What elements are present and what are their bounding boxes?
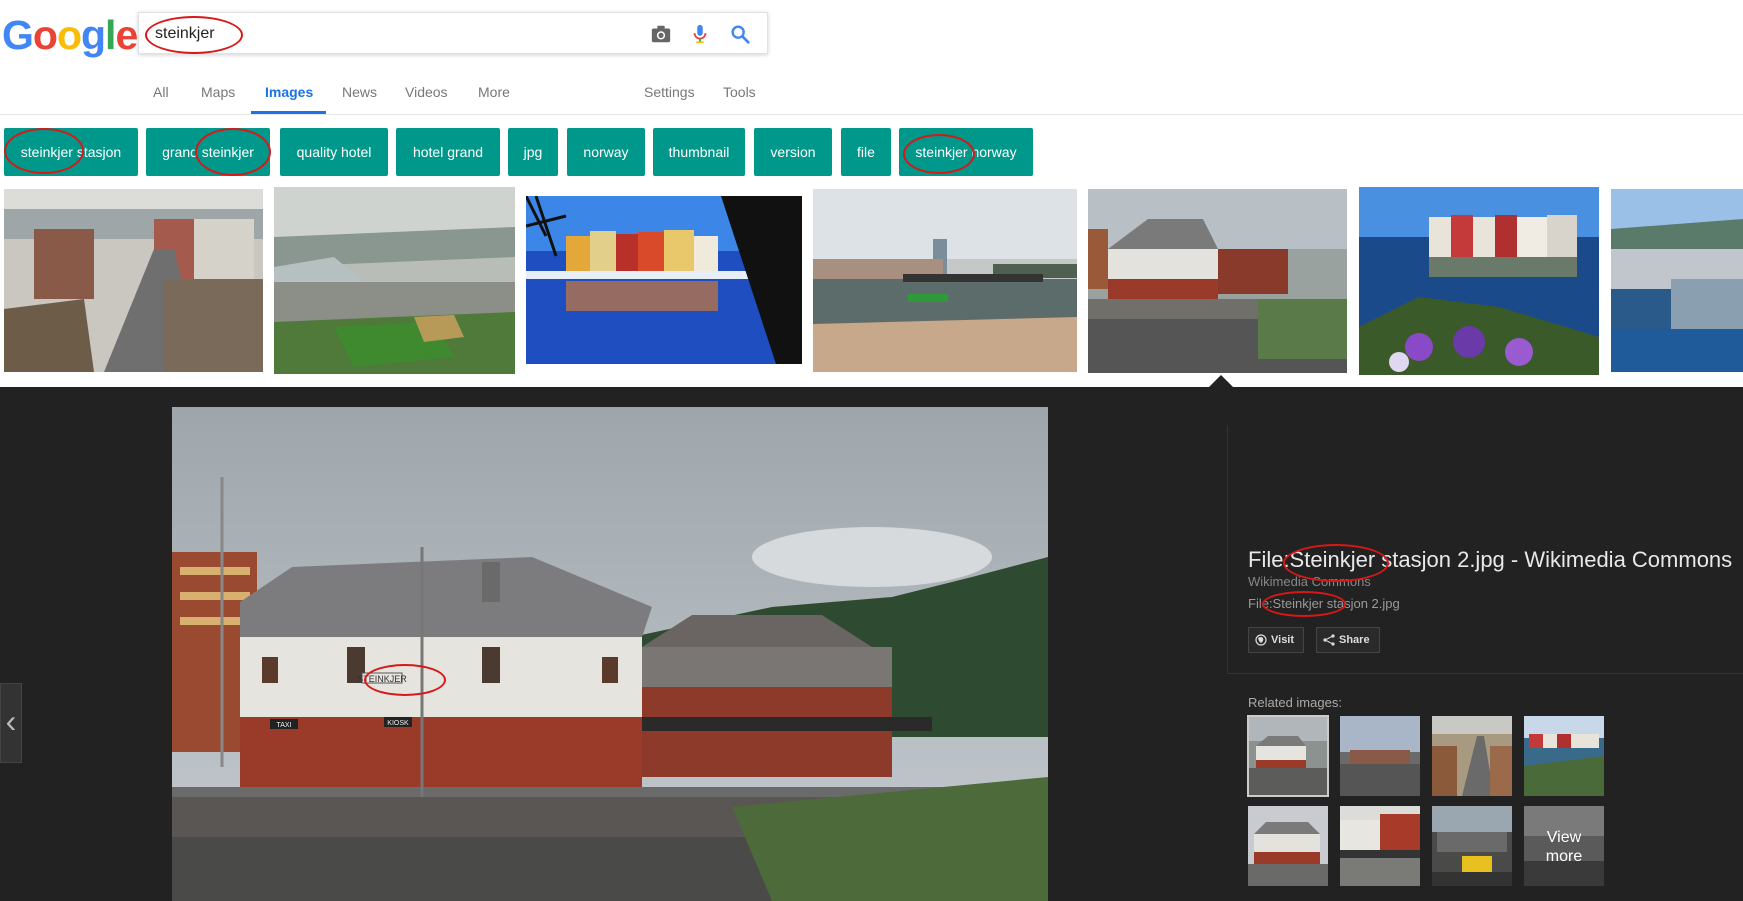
result-image-colorful-houses-reflection[interactable] (526, 196, 802, 364)
logo-letter: G (2, 12, 34, 58)
panel-divider (1227, 425, 1228, 673)
chip-hotel-grand[interactable]: hotel grand (396, 128, 500, 176)
globe-icon (1255, 634, 1267, 646)
search-input[interactable] (153, 21, 637, 47)
tab-maps[interactable]: Maps (201, 84, 235, 100)
preview-image-steinkjer-station[interactable]: STEINKJER TAXI KIOSK (172, 407, 1048, 901)
share-label: Share (1339, 634, 1370, 646)
google-logo[interactable]: Google (2, 10, 138, 60)
chip-grand-steinkjer[interactable]: grand steinkjer (146, 128, 270, 176)
chip-version[interactable]: version (754, 128, 832, 176)
preview-title[interactable]: File:Steinkjer stasjon 2.jpg - Wikimedia… (1248, 547, 1732, 573)
previous-image-button[interactable]: ‹ (0, 683, 22, 763)
share-button[interactable]: Share (1316, 627, 1380, 653)
result-image-steinkjer-station[interactable] (1088, 189, 1347, 373)
view-more-label: View more (1524, 828, 1604, 866)
result-image-harbor-city[interactable] (1611, 189, 1743, 372)
result-image-beach-bridge[interactable] (813, 189, 1077, 372)
chip-thumbnail[interactable]: thumbnail (653, 128, 745, 176)
preview-filename: File:Steinkjer stasjon 2.jpg (1248, 596, 1400, 611)
building-sign: STEINKJER (357, 674, 407, 684)
result-image-aerial-valley[interactable] (274, 187, 515, 374)
related-image-street[interactable] (1432, 716, 1512, 796)
visit-label: Visit (1271, 634, 1295, 646)
view-more-line: more (1545, 848, 1583, 865)
related-image-station-wide[interactable] (1340, 716, 1420, 796)
related-image-bus-station[interactable] (1432, 806, 1512, 886)
chevron-left-icon: ‹ (5, 703, 17, 739)
microphone-icon[interactable] (689, 23, 711, 45)
tab-videos[interactable]: Videos (405, 84, 448, 100)
tab-settings[interactable]: Settings (644, 84, 695, 100)
view-more-line: View (1546, 829, 1582, 846)
kiosk-sign: KIOSK (387, 720, 409, 727)
chip-norway[interactable]: norway (567, 128, 645, 176)
logo-letter: o (56, 12, 82, 58)
chip-steinkjer-stasjon[interactable]: steinkjer stasjon (4, 128, 138, 176)
logo-letter: e (115, 12, 138, 58)
related-image-river-houses[interactable] (1524, 716, 1604, 796)
tab-all[interactable]: All (153, 84, 169, 100)
logo-letter: g (81, 12, 106, 58)
chip-file[interactable]: file (841, 128, 891, 176)
preview-source[interactable]: Wikimedia Commons (1248, 574, 1371, 589)
related-image-station-building[interactable] (1248, 806, 1328, 886)
panel-divider (1227, 673, 1743, 674)
logo-letter: l (105, 12, 116, 58)
related-images-label: Related images: (1248, 695, 1342, 710)
related-image-station-platform[interactable] (1340, 806, 1420, 886)
result-image-city-street[interactable] (4, 189, 263, 372)
view-more-button[interactable]: View more (1524, 806, 1604, 886)
chip-quality-hotel[interactable]: quality hotel (280, 128, 388, 176)
search-icon[interactable] (729, 23, 751, 45)
active-tab-indicator (251, 111, 326, 114)
camera-icon[interactable] (650, 23, 672, 45)
taxi-sign: TAXI (276, 722, 291, 729)
tab-news[interactable]: News (342, 84, 377, 100)
chip-jpg[interactable]: jpg (508, 128, 558, 176)
chip-steinkjer-norway[interactable]: steinkjer norway (899, 128, 1033, 176)
tab-images[interactable]: Images (265, 84, 313, 100)
share-icon (1323, 634, 1335, 646)
visit-button[interactable]: Visit (1248, 627, 1304, 653)
search-tabs: All Maps Images News Videos More Setting… (0, 72, 1743, 115)
related-image-station[interactable] (1247, 715, 1329, 797)
logo-letter: o (32, 12, 58, 58)
search-box (138, 12, 768, 54)
tab-tools[interactable]: Tools (723, 84, 756, 100)
result-image-waterfront-houses[interactable] (1359, 187, 1599, 375)
tab-more[interactable]: More (478, 84, 510, 100)
